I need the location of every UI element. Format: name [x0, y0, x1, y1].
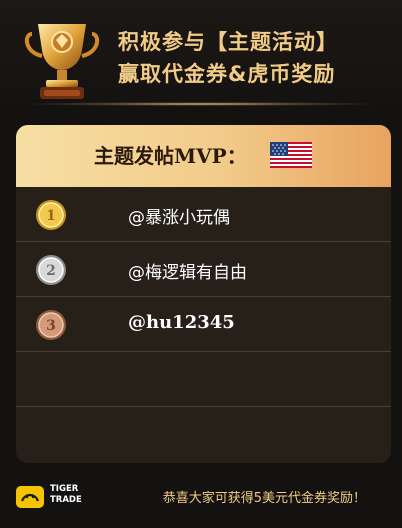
tiger-trade-logo-icon — [16, 486, 44, 508]
mvp-card-title: 主题发帖MVP： — [94, 144, 247, 168]
mvp-username[interactable]: @暴涨小玩偶 — [128, 203, 230, 228]
us-flag-icon — [270, 142, 312, 168]
bronze-medal-icon: 3 — [36, 310, 66, 340]
reward-note: 恭喜大家可获得5美元代金券奖励！ — [162, 491, 366, 506]
headline-line-1: 积极参与【主题活动】 — [118, 30, 338, 54]
mvp-row: 3 @hu12345 — [16, 297, 391, 352]
mvp-row-empty — [16, 407, 391, 461]
mvp-card: 主题发帖MVP： 1 @暴涨小玩偶 2 @梅逻辑有自由 3 @hu12345 — [16, 125, 391, 463]
footer: TIGER TRADE 恭喜大家可获得5美元代金券奖励！ — [0, 472, 402, 528]
brand-line-1: TIGER — [50, 484, 79, 494]
silver-medal-icon: 2 — [36, 255, 66, 285]
medal-rank: 2 — [46, 263, 56, 279]
mvp-row-empty — [16, 352, 391, 407]
brand-line-2: TRADE — [50, 495, 82, 505]
mvp-username[interactable]: @hu12345 — [128, 312, 235, 333]
trophy-icon — [24, 24, 100, 99]
medal-rank: 1 — [46, 208, 56, 224]
medal-rank: 3 — [46, 318, 56, 334]
banner-headline: 积极参与【主题活动】 赢取代金券&虎币奖励 — [118, 26, 338, 90]
divider-glow — [20, 102, 382, 106]
mvp-username[interactable]: @梅逻辑有自由 — [128, 258, 247, 283]
mvp-card-header: 主题发帖MVP： — [16, 125, 391, 187]
headline-line-2: 赢取代金券&虎币奖励 — [118, 62, 336, 86]
mvp-row: 2 @梅逻辑有自由 — [16, 242, 391, 297]
mvp-row: 1 @暴涨小玩偶 — [16, 187, 391, 242]
gold-medal-icon: 1 — [36, 200, 66, 230]
brand-name: TIGER TRADE — [50, 484, 82, 506]
